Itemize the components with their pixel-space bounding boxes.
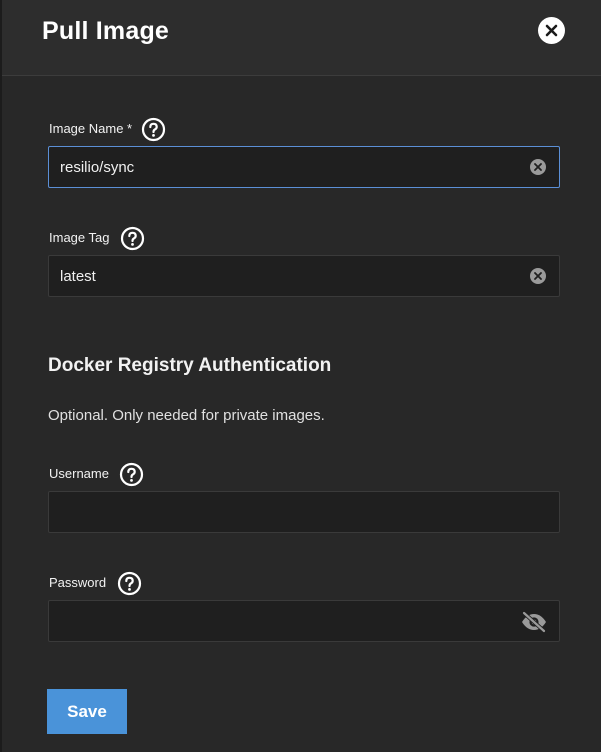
dialog-header: Pull Image [2, 0, 601, 76]
clear-button[interactable] [530, 159, 546, 175]
image-name-input[interactable] [60, 147, 520, 187]
image-name-field [48, 146, 560, 188]
username-input[interactable] [60, 492, 520, 532]
help-icon[interactable] [120, 226, 145, 251]
dialog-title: Pull Image [42, 17, 170, 45]
clear-button[interactable] [530, 268, 546, 284]
password-field [48, 600, 560, 642]
clear-icon [534, 163, 542, 171]
auth-section-title: Docker Registry Authentication [48, 355, 332, 376]
save-button[interactable]: Save [47, 689, 127, 734]
username-label: Username [49, 466, 109, 481]
clear-icon [534, 272, 542, 280]
image-tag-label: Image Tag [49, 230, 110, 245]
eye-off-icon [522, 611, 546, 633]
username-field [48, 491, 560, 533]
help-icon[interactable] [119, 462, 144, 487]
help-icon[interactable] [141, 117, 166, 142]
password-label: Password [49, 575, 107, 590]
auth-section-description: Optional. Only needed for private images… [48, 407, 325, 424]
image-name-label: Image Name * [49, 121, 133, 136]
pull-image-dialog: Pull Image Image Name * Image Tag [0, 0, 601, 752]
password-input[interactable] [60, 601, 520, 641]
close-button[interactable] [538, 17, 565, 44]
image-tag-field [48, 255, 560, 297]
help-icon[interactable] [117, 571, 142, 596]
close-icon [545, 24, 558, 37]
toggle-password-visibility-button[interactable] [520, 611, 548, 633]
image-tag-input[interactable] [60, 256, 520, 296]
